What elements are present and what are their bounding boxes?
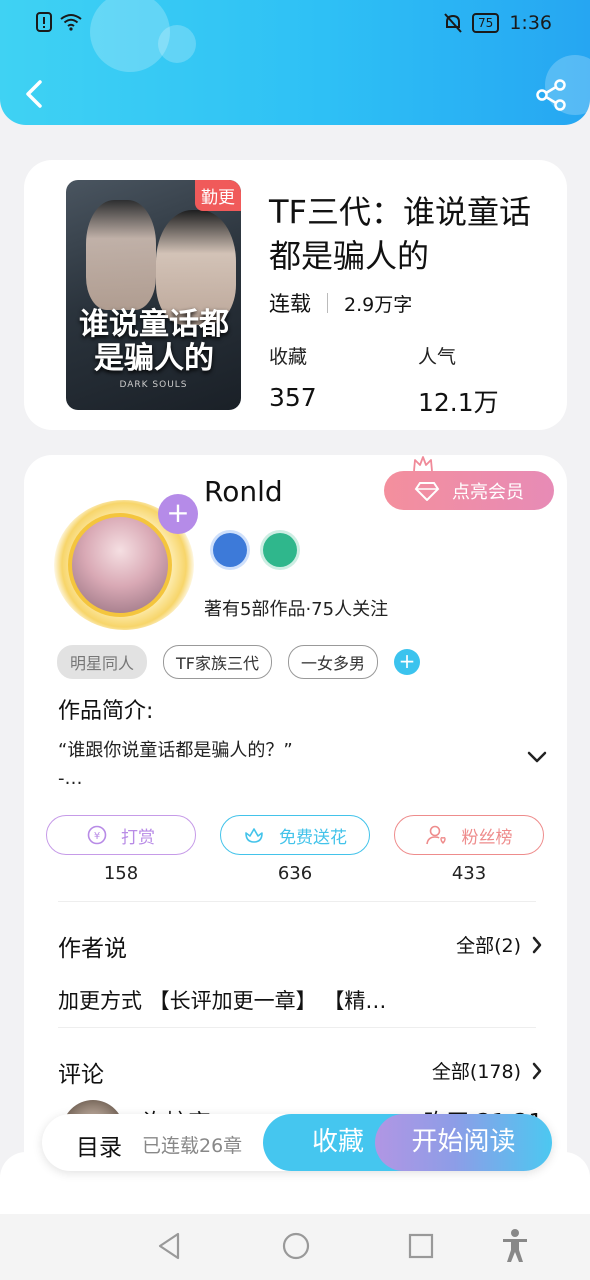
status-bar: 75 1:36: [0, 0, 590, 48]
book-info-card: 谁说童话都是骗人的 DARK SOULS 勤更 TF三代：谁说童话都是骗人的 连…: [24, 160, 567, 430]
stat-label: 人气: [418, 346, 457, 368]
share-button[interactable]: [534, 78, 568, 112]
reward-count: 158: [103, 863, 139, 884]
add-tag-button[interactable]: +: [394, 649, 421, 675]
cover-subtitle: DARK SOULS: [119, 380, 188, 390]
header: 75 1:36: [0, 0, 590, 125]
author-meta: 著有5部作品·75人关注: [204, 599, 389, 620]
author-note[interactable]: 加更方式 【长评加更一章】 【精…: [58, 985, 386, 1015]
tag-item[interactable]: 明星同人: [57, 645, 148, 679]
comments-all-link[interactable]: 全部(178): [432, 1057, 543, 1084]
chevron-right-icon: [532, 1062, 542, 1079]
divider: [58, 1027, 536, 1028]
book-status-row: 连载 2.9万字: [269, 288, 412, 318]
fans-rank-count: 433: [451, 863, 487, 884]
vip-button[interactable]: 点亮会员: [384, 471, 554, 510]
stat-popularity: 人气 12.1万: [418, 342, 499, 419]
share-icon: [536, 79, 566, 111]
book-title: TF三代：谁说童话都是骗人的: [269, 193, 531, 275]
accessibility-icon[interactable]: [500, 1228, 530, 1264]
tag-item[interactable]: 一女多男: [288, 645, 379, 679]
chevron-right-icon: [532, 936, 542, 953]
alert-icon: [36, 12, 52, 32]
author-name[interactable]: Ronld: [204, 475, 283, 508]
vip-label: 点亮会员: [452, 481, 524, 503]
intro-text: “谁跟你说童话都是骗人的？” -…: [58, 740, 293, 789]
back-button[interactable]: [18, 76, 50, 112]
stat-value: 12.1万: [418, 388, 499, 417]
user-heart-icon: [425, 825, 446, 845]
stat-label: 收藏: [269, 346, 308, 368]
reward-button[interactable]: ¥ 打赏: [46, 815, 196, 855]
bell-mute-icon: [444, 13, 462, 33]
tag-item[interactable]: TF家族三代: [163, 645, 272, 679]
update-badge: 勤更: [195, 180, 241, 211]
author-avatar-wrap[interactable]: +: [54, 494, 198, 630]
svg-text:¥: ¥: [94, 831, 100, 842]
serial-status: 连载: [269, 292, 311, 316]
coin-icon: ¥: [87, 825, 107, 845]
divider: [58, 901, 536, 902]
reward-label: 打赏: [121, 827, 155, 848]
nav-recents-icon[interactable]: [407, 1231, 435, 1261]
flower-label: 免费送花: [279, 827, 347, 848]
tag-list: 明星同人 TF家族三代 一女多男 +: [57, 645, 421, 679]
nav-back-icon[interactable]: [156, 1231, 182, 1261]
cover-title: 谁说童话都是骗人的: [79, 307, 229, 376]
chevron-left-icon: [26, 80, 42, 108]
flower-count: 636: [277, 863, 313, 884]
flower-button[interactable]: 免费送花: [220, 815, 370, 855]
status-time: 1:36: [509, 12, 552, 34]
system-nav-bar: [0, 1214, 590, 1280]
reading-action-bar: 目录 已连载26章 收藏 开始阅读: [42, 1114, 552, 1171]
stat-favorites: 收藏 357: [269, 342, 317, 412]
wifi-icon: [60, 14, 82, 31]
cover-figure: [86, 200, 156, 310]
intro-title: 作品简介:: [58, 699, 154, 724]
avatar: [68, 513, 172, 617]
flower-icon: [245, 828, 263, 843]
diamond-icon: [414, 481, 440, 501]
comments-title: 评论: [58, 1062, 104, 1088]
follow-plus-button[interactable]: +: [158, 494, 198, 534]
divider: [327, 293, 328, 313]
nav-home-icon[interactable]: [281, 1231, 311, 1261]
toc-button[interactable]: 目录: [76, 1128, 122, 1162]
chapters-info: 已连载26章: [142, 1135, 243, 1157]
word-count: 2.9万字: [344, 293, 413, 316]
stat-value: 357: [269, 383, 317, 412]
book-cover[interactable]: 谁说童话都是骗人的 DARK SOULS 勤更: [66, 180, 241, 410]
medal-badge-icon[interactable]: [263, 533, 297, 567]
battery-indicator: 75: [472, 13, 500, 33]
medal-badge-icon[interactable]: [213, 533, 247, 567]
author-says-all-link[interactable]: 全部(2): [456, 931, 543, 958]
comments-all-label: 全部(178): [431, 1061, 521, 1083]
author-says-all-label: 全部(2): [456, 935, 521, 957]
start-reading-button[interactable]: 开始阅读: [375, 1114, 552, 1171]
author-says-title: 作者说: [58, 936, 127, 962]
fans-rank-label: 粉丝榜: [461, 827, 513, 848]
fans-rank-button[interactable]: 粉丝榜: [394, 815, 544, 855]
author-card: + Ronld 点亮会员 著有5部作品·75人关注 明星同人 TF家族三代 一女…: [24, 455, 567, 1175]
chevron-down-icon[interactable]: [526, 750, 548, 764]
